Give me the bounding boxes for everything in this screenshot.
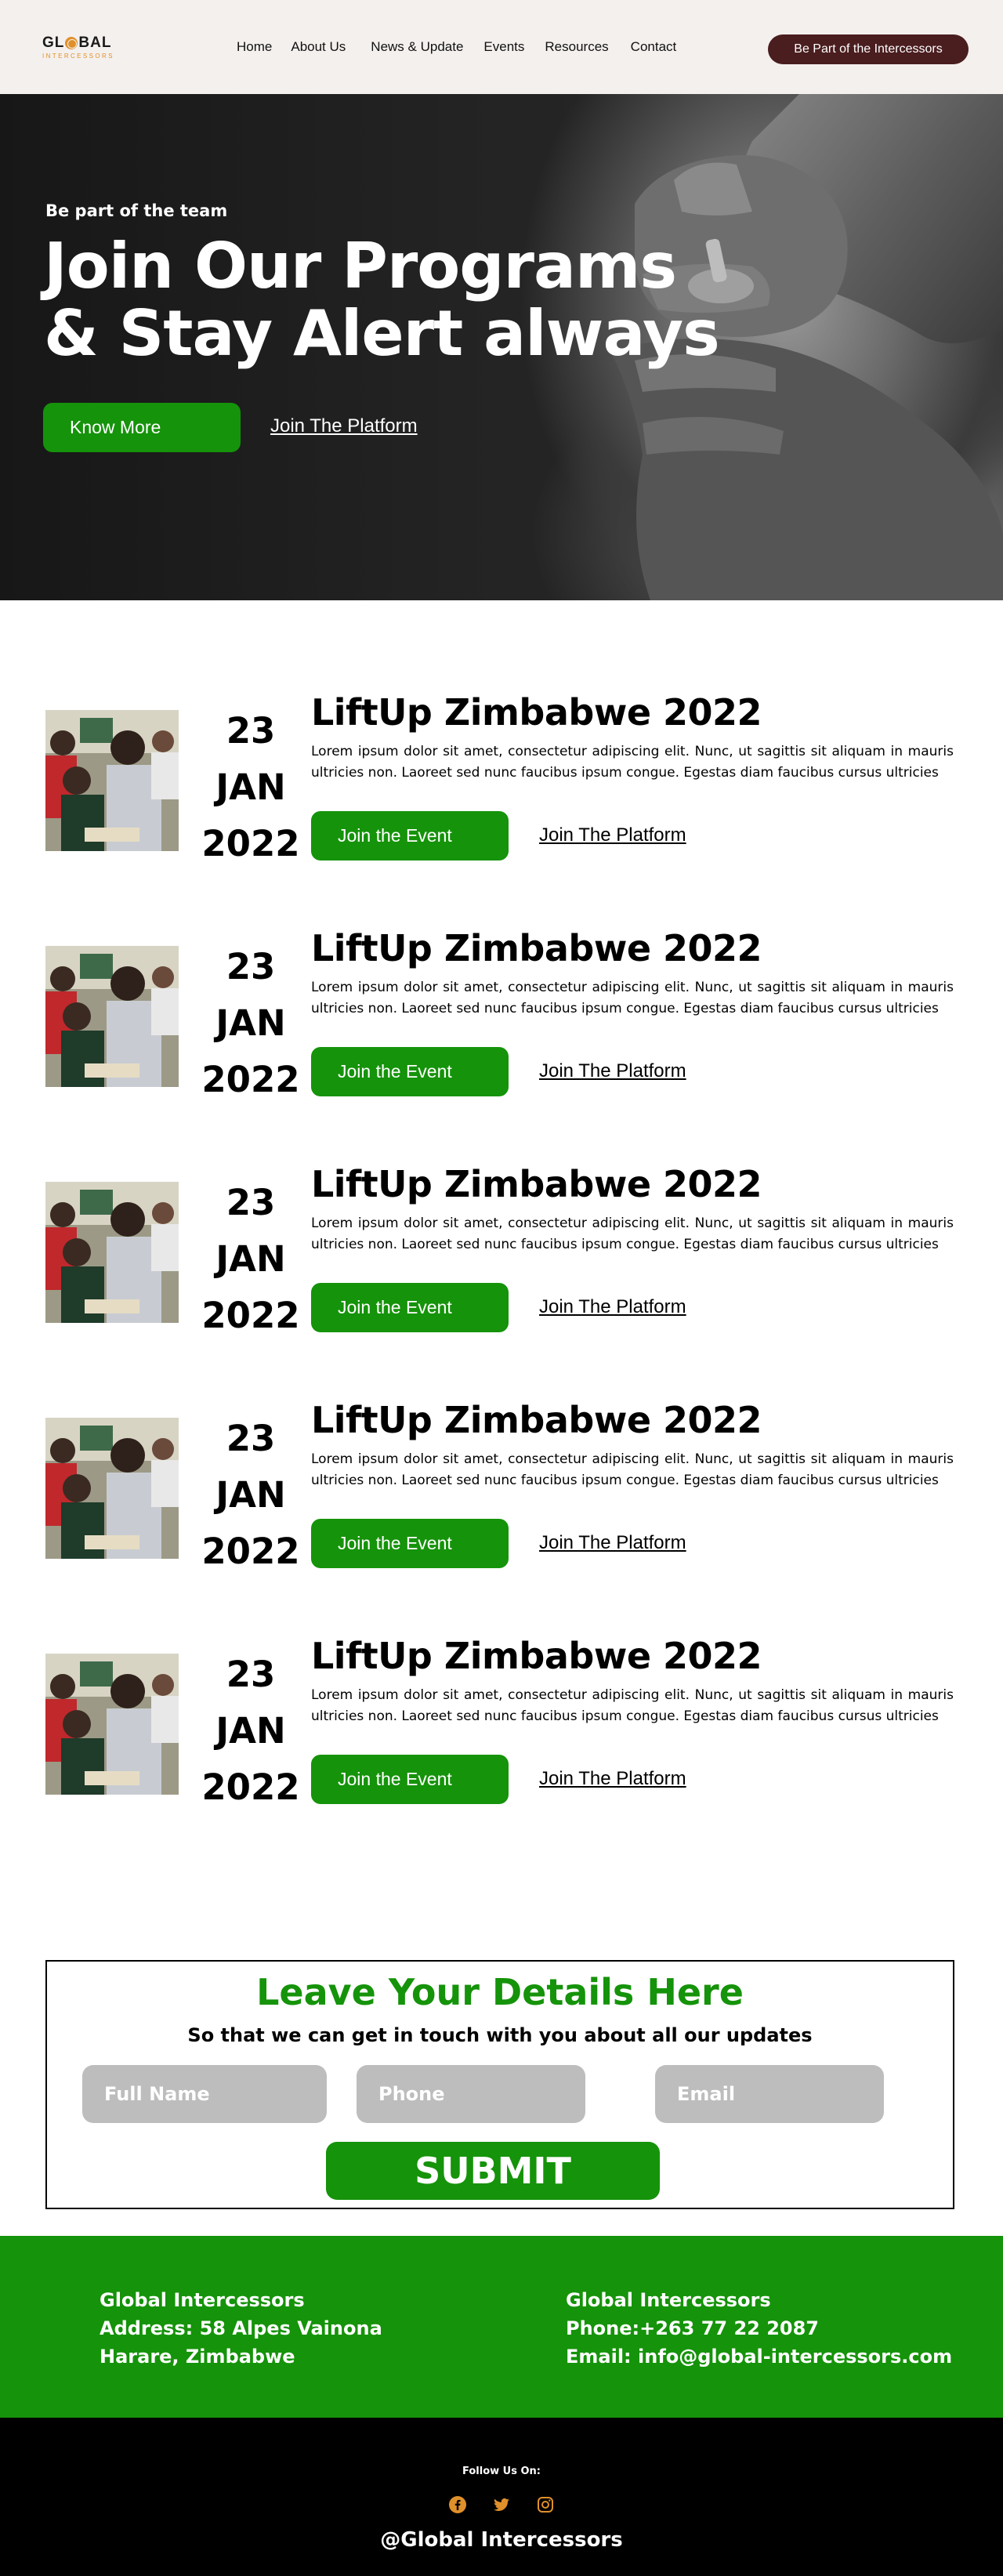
event-day: 23 [226,1654,276,1695]
event-day: 23 [226,1418,276,1459]
event-description: Lorem ipsum dolor sit amet, consectetur … [311,744,954,781]
join-platform-link[interactable]: Join The Platform [539,1060,686,1082]
nav-about[interactable]: About Us [291,39,346,55]
hero-eyebrow: Be part of the team [45,201,228,220]
event-photo [45,1418,179,1559]
event-date: 23 JAN 2022 [194,939,307,1108]
submit-button[interactable]: SUBMIT [326,2142,660,2200]
form-subtitle: So that we can get in touch with you abo… [187,2024,813,2046]
nav-events[interactable]: Events [483,39,524,55]
event-description: Lorem ipsum dolor sit amet, consectetur … [311,1451,954,1488]
event-month: JAN [215,1238,286,1280]
nav-home[interactable]: Home [237,39,272,55]
footer-org-name: Global Intercessors [100,2289,305,2311]
hero-title-line-1: Join Our Programs [44,230,677,303]
main-nav: Home About Us News & Update Events Resou… [237,39,693,55]
event-photo [45,1182,179,1323]
event-card: 23 JAN 2022 LiftUp Zimbabwe 2022 Lorem i… [45,1635,954,1871]
footer-contact: Global Intercessors Address: 58 Alpes Va… [0,2236,1003,2418]
event-card: 23 JAN 2022 LiftUp Zimbabwe 2022 Lorem i… [45,1163,954,1399]
join-event-button[interactable]: Join the Event [311,1755,509,1804]
event-photo [45,1654,179,1795]
site-header: GL BAL INTERCESSORS Home About Us News & … [0,0,1003,94]
hero-title-line-2: & Stay Alert always [44,297,720,370]
footer-phone[interactable]: Phone:+263 77 22 2087 [566,2314,952,2342]
event-year: 2022 [201,1059,300,1100]
nav-contact[interactable]: Contact [631,39,677,55]
contact-form: Leave Your Details Here So that we can g… [45,1960,954,2209]
event-card: 23 JAN 2022 LiftUp Zimbabwe 2022 Lorem i… [45,927,954,1163]
phone-input[interactable] [357,2065,585,2123]
join-event-button[interactable]: Join the Event [311,1283,509,1332]
event-month: JAN [215,1002,286,1044]
footer-city: Harare, Zimbabwe [100,2346,295,2368]
event-date: 23 JAN 2022 [194,1175,307,1344]
logo-subtitle: INTERCESSORS [42,53,114,60]
event-year: 2022 [201,823,300,864]
event-day: 23 [226,1182,276,1223]
event-card: 23 JAN 2022 LiftUp Zimbabwe 2022 Lorem i… [45,1399,954,1635]
full-name-input[interactable] [82,2065,327,2123]
join-platform-link[interactable]: Join The Platform [539,1296,686,1318]
join-event-button[interactable]: Join the Event [311,1519,509,1568]
site-footer: Global Intercessors Address: 58 Alpes Va… [0,2236,1003,2576]
event-month: JAN [215,1710,286,1752]
footer-org-name: Global Intercessors [566,2289,771,2311]
footer-email[interactable]: Email: info@global-intercessors.com [566,2342,952,2371]
event-photo [45,710,179,851]
event-date: 23 JAN 2022 [194,703,307,872]
event-year: 2022 [201,1531,300,1572]
event-date: 23 JAN 2022 [194,1411,307,1580]
logo[interactable]: GL BAL INTERCESSORS [42,34,129,60]
instagram-icon[interactable] [536,2495,555,2514]
join-platform-link[interactable]: Join The Platform [539,824,686,846]
footer-address-line: Address: 58 Alpes Vainona [100,2317,382,2339]
social-links [0,2495,1003,2514]
join-event-button[interactable]: Join the Event [311,1047,509,1096]
event-title: LiftUp Zimbabwe 2022 [311,1635,762,1677]
join-platform-link[interactable]: Join The Platform [539,1768,686,1790]
event-date: 23 JAN 2022 [194,1647,307,1816]
footer-social: Follow Us On: @Global Intercessors [0,2418,1003,2576]
event-year: 2022 [201,1295,300,1336]
footer-address: Global Intercessors Address: 58 Alpes Va… [100,2286,382,2371]
event-month: JAN [215,766,286,808]
nav-resources[interactable]: Resources [545,39,608,55]
email-input[interactable] [655,2065,884,2123]
follow-label: Follow Us On: [462,2465,541,2477]
facebook-icon[interactable] [448,2495,467,2514]
know-more-button[interactable]: Know More [43,403,241,452]
event-day: 23 [226,946,276,987]
nav-news[interactable]: News & Update [371,39,463,55]
event-title: LiftUp Zimbabwe 2022 [311,927,762,969]
event-day: 23 [226,710,276,752]
event-description: Lorem ipsum dolor sit amet, consectetur … [311,980,954,1016]
events-list: 23 JAN 2022 LiftUp Zimbabwe 2022 Lorem i… [0,600,1003,1871]
event-photo [45,946,179,1087]
social-handle: @Global Intercessors [380,2528,623,2552]
event-title: LiftUp Zimbabwe 2022 [311,1163,762,1205]
event-description: Lorem ipsum dolor sit amet, consectetur … [311,1216,954,1252]
hero-title: Join Our Programs & Stay Alert always [44,233,827,368]
join-platform-link[interactable]: Join The Platform [539,1532,686,1554]
event-year: 2022 [201,1766,300,1808]
join-intercessors-button[interactable]: Be Part of the Intercessors [768,34,969,64]
footer-contact-details: Global Intercessors Phone:+263 77 22 208… [566,2286,952,2371]
hero-section: Be part of the team Join Our Programs & … [0,94,1003,600]
join-event-button[interactable]: Join the Event [311,811,509,860]
event-card: 23 JAN 2022 LiftUp Zimbabwe 2022 Lorem i… [45,691,954,927]
join-platform-link[interactable]: Join The Platform [270,415,418,437]
event-month: JAN [215,1474,286,1516]
event-description: Lorem ipsum dolor sit amet, consectetur … [311,1687,954,1724]
logo-wordmark: GL BAL [42,34,112,51]
event-title: LiftUp Zimbabwe 2022 [311,1399,762,1441]
form-title: Leave Your Details Here [256,1971,744,2013]
globe-icon [65,37,78,49]
twitter-icon[interactable] [492,2495,511,2514]
event-title: LiftUp Zimbabwe 2022 [311,691,762,734]
